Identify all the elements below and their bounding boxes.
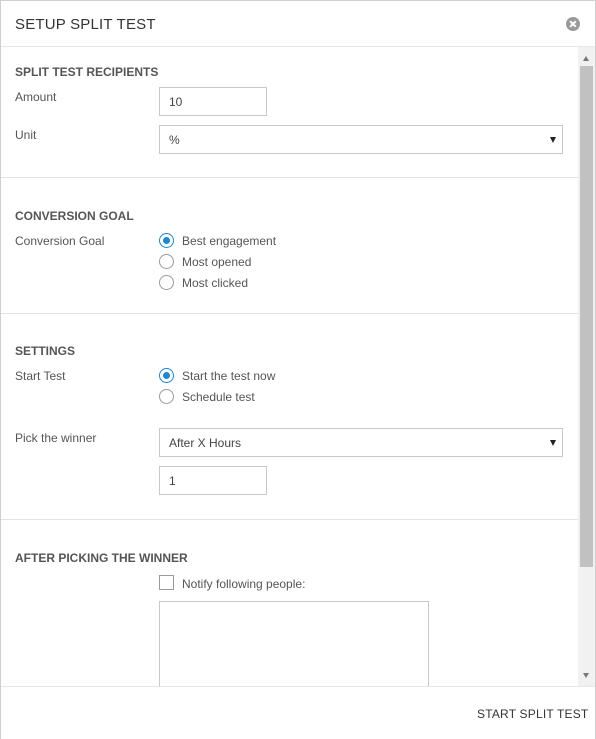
amount-label: Amount	[15, 90, 57, 104]
radio-label: Most clicked	[182, 276, 249, 290]
dialog-title: SETUP SPLIT TEST	[15, 16, 156, 33]
radio-unchecked-icon	[159, 389, 174, 404]
hours-input[interactable]: 1	[159, 466, 267, 495]
unit-select[interactable]: %	[159, 125, 563, 154]
conversion-goal-label: Conversion Goal	[15, 234, 105, 248]
radio-label: Most opened	[182, 255, 252, 269]
after-winner-heading: AFTER PICKING THE WINNER	[15, 551, 188, 565]
after-winner-section: AFTER PICKING THE WINNER Notify followin…	[1, 520, 578, 686]
radio-unchecked-icon	[159, 275, 174, 290]
conversion-heading: CONVERSION GOAL	[15, 209, 134, 223]
unit-select-value: %	[169, 133, 180, 147]
content-scrollbar[interactable]	[578, 47, 595, 686]
notify-people-textarea[interactable]	[159, 601, 429, 686]
recipients-section: SPLIT TEST RECIPIENTS Amount 10 Unit %	[1, 47, 578, 178]
start-split-test-button[interactable]: START SPLIT TEST	[477, 707, 588, 721]
notify-label: Notify following people:	[182, 577, 306, 591]
amount-input[interactable]: 10	[159, 87, 267, 116]
scrollbar-thumb[interactable]	[580, 66, 593, 567]
recipients-heading: SPLIT TEST RECIPIENTS	[15, 65, 159, 79]
pick-winner-value: After X Hours	[169, 436, 242, 450]
dialog-content: SPLIT TEST RECIPIENTS Amount 10 Unit % C…	[1, 47, 578, 686]
radio-unchecked-icon	[159, 254, 174, 269]
pick-winner-label: Pick the winner	[15, 431, 97, 445]
pick-winner-select[interactable]: After X Hours	[159, 428, 563, 457]
settings-heading: SETTINGS	[15, 344, 76, 358]
split-test-dialog: SETUP SPLIT TEST SPLIT TEST RECIPIENTS A…	[0, 0, 596, 739]
dialog-header: SETUP SPLIT TEST	[1, 1, 595, 47]
unit-label: Unit	[15, 128, 37, 142]
radio-label: Best engagement	[182, 234, 277, 248]
start-test-label: Start Test	[15, 369, 66, 383]
notify-checkbox[interactable]	[159, 575, 174, 590]
conversion-section: CONVERSION GOAL Conversion Goal Best eng…	[1, 178, 578, 314]
chevron-down-icon	[550, 440, 556, 446]
dialog-footer: START SPLIT TEST	[1, 686, 595, 739]
radio-checked-icon	[159, 368, 174, 383]
close-icon[interactable]	[566, 17, 580, 31]
settings-section: SETTINGS Start Test Start the test now S…	[1, 314, 578, 520]
radio-label: Schedule test	[182, 390, 255, 404]
chevron-down-icon	[550, 137, 556, 143]
scroll-up-icon[interactable]	[583, 56, 589, 61]
radio-label: Start the test now	[182, 369, 276, 383]
radio-checked-icon	[159, 233, 174, 248]
scroll-down-icon[interactable]	[583, 673, 589, 678]
